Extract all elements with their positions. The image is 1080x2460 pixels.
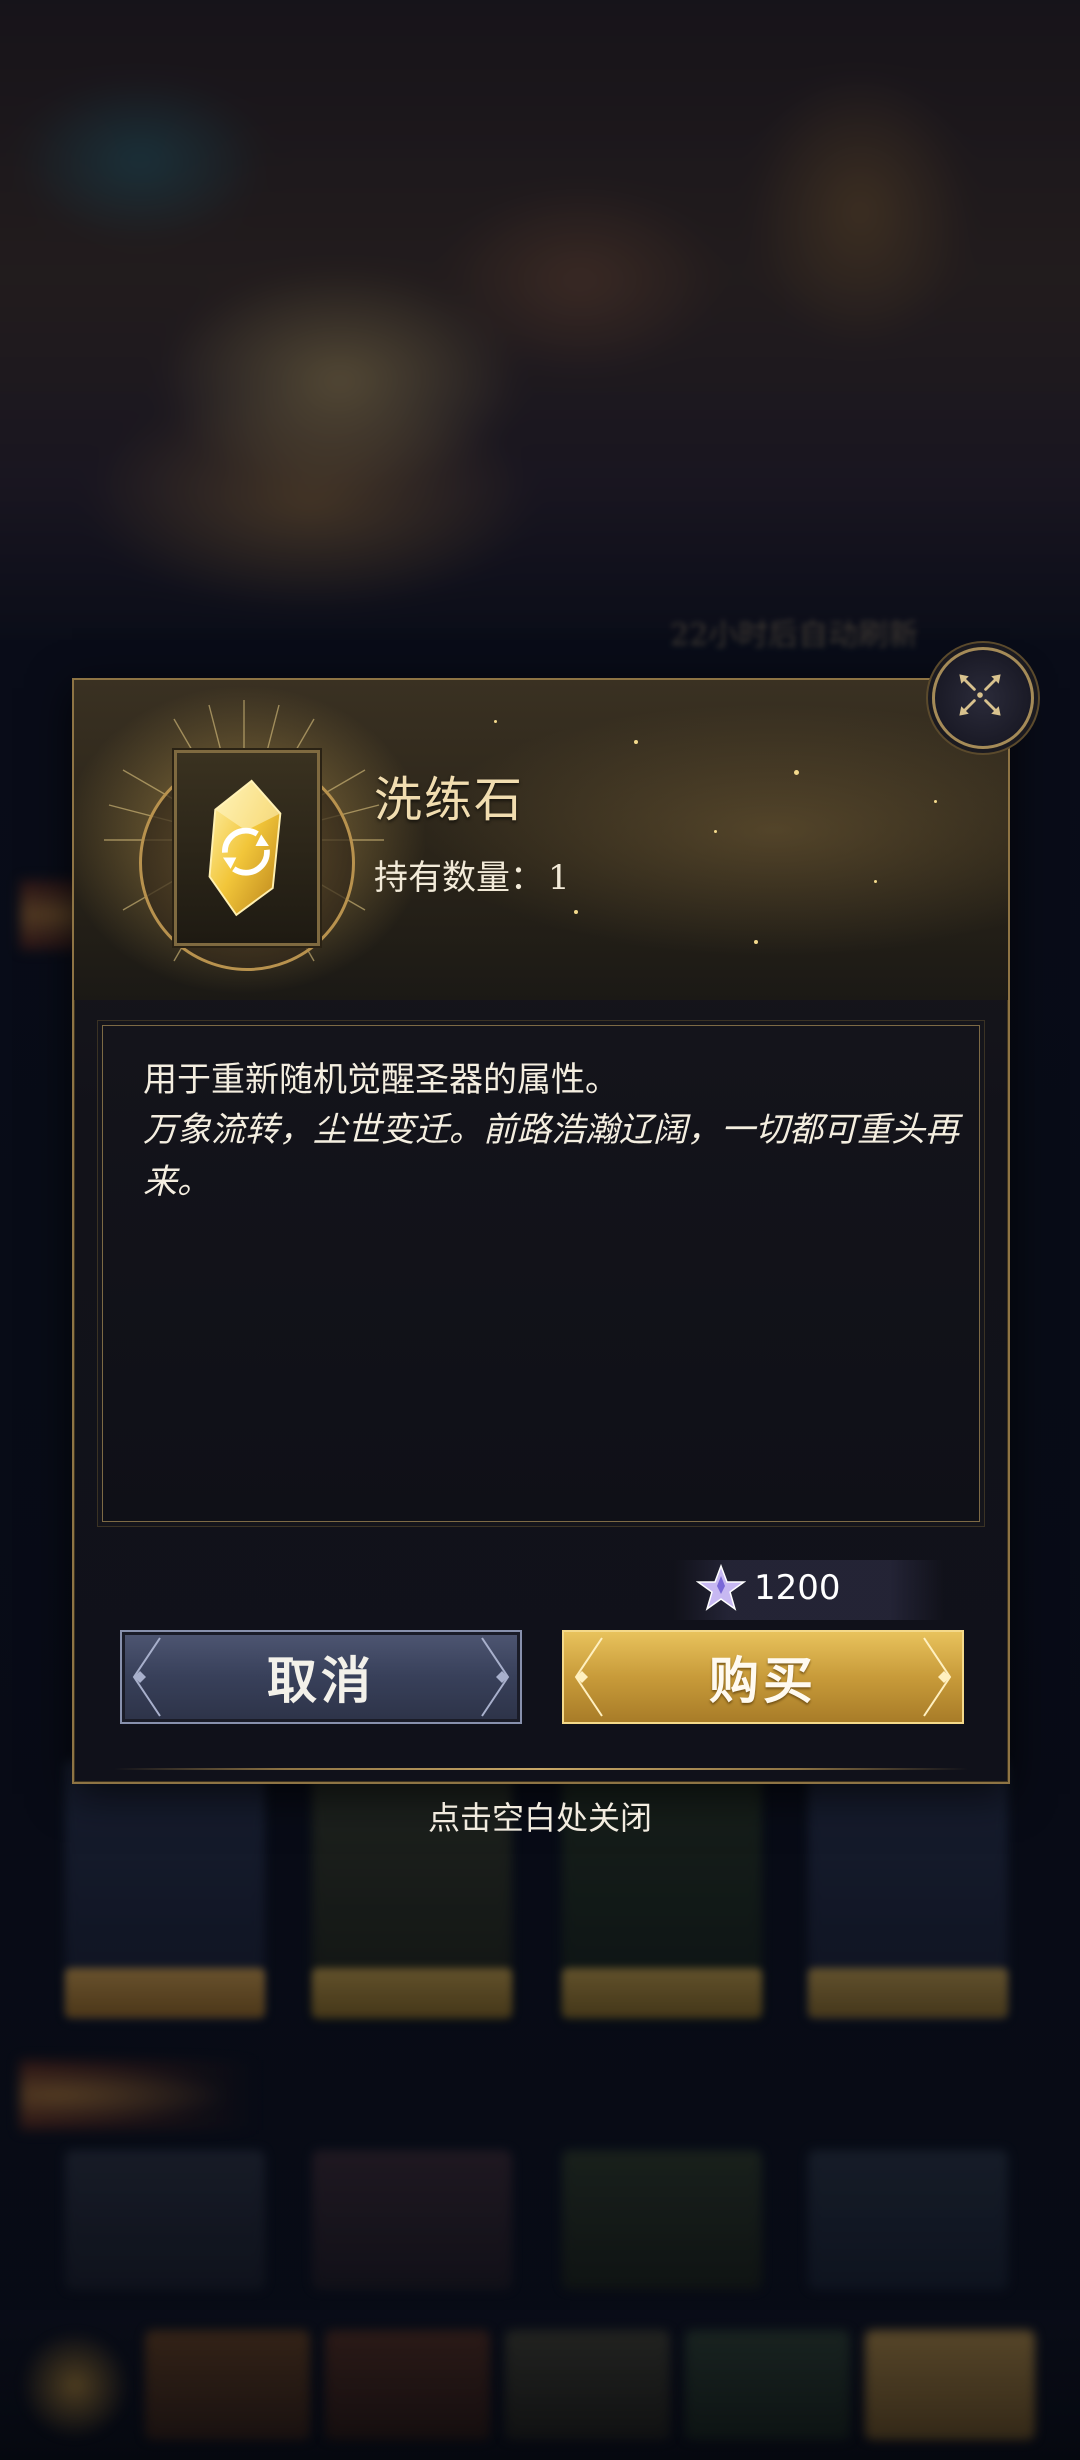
sparkle xyxy=(754,940,758,944)
sparkle xyxy=(934,800,937,803)
price-display: 1200 xyxy=(674,1560,944,1620)
sparkle xyxy=(494,720,497,723)
dialog-header: 洗练石 持有数量： 1 xyxy=(74,680,1008,1000)
dialog-bottom-divider xyxy=(114,1768,968,1770)
cancel-button-label: 取消 xyxy=(267,1651,375,1710)
item-description: 用于重新随机觉醒圣器的属性。 xyxy=(143,1060,619,1100)
owned-count-value: 1 xyxy=(548,858,570,898)
owned-count-label: 持有数量： xyxy=(374,858,544,898)
close-button[interactable] xyxy=(932,647,1034,749)
button-ornament-right xyxy=(923,1637,952,1717)
cancel-button[interactable]: 取消 xyxy=(120,1630,522,1724)
tap-to-close-hint: 点击空白处关闭 xyxy=(427,1799,652,1837)
sparkle xyxy=(634,740,638,744)
star-crystal-icon xyxy=(696,1564,746,1611)
close-icon xyxy=(959,674,1001,716)
buy-button[interactable]: 购买 xyxy=(562,1630,964,1724)
item-purchase-dialog: 洗练石 持有数量： 1 用于重新随机觉醒圣器的属性。 万象流转，尘世变迁。前路浩瀚… xyxy=(72,678,1010,1784)
sparkle xyxy=(574,910,578,914)
button-ornament-left xyxy=(574,1637,603,1717)
price-value: 1200 xyxy=(754,1568,841,1608)
button-ornament-right xyxy=(481,1637,510,1717)
item-icon-frame xyxy=(174,750,320,946)
item-owned-count: 持有数量： 1 xyxy=(374,850,570,899)
refresh-crystal-icon xyxy=(208,779,282,917)
item-name: 洗练石 xyxy=(374,772,525,828)
item-flavor-text: 万象流转，尘世变迁。前路浩瀚辽阔，一切都可重头再来。 xyxy=(143,1110,959,1202)
buy-button-label: 购买 xyxy=(709,1651,817,1710)
item-description-box: 用于重新随机觉醒圣器的属性。 万象流转，尘世变迁。前路浩瀚辽阔，一切都可重头再来… xyxy=(102,1025,980,1522)
sparkle xyxy=(794,770,799,775)
sparkle xyxy=(874,880,877,883)
button-ornament-left xyxy=(132,1637,161,1717)
sparkle xyxy=(714,830,717,833)
